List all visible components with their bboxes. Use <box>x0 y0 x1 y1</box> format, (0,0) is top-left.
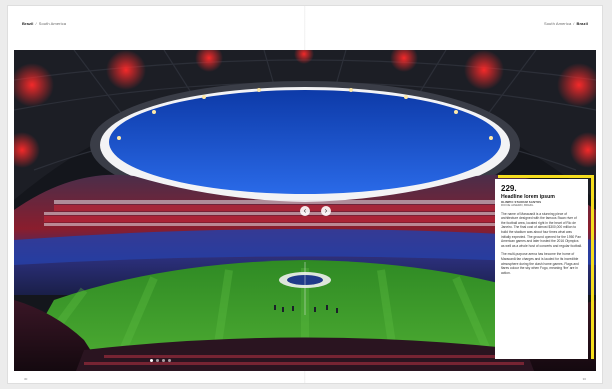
header-left-title: Brazil <box>22 21 34 26</box>
entry-location: RIO DE JANEIRO, BRAZIL <box>501 204 534 208</box>
entry-title: Headline lorem ipsum <box>501 194 555 200</box>
chevron-right-icon: › <box>324 206 328 215</box>
entry-number: 229. <box>501 184 517 193</box>
header-right-subtitle: South America <box>543 21 572 26</box>
slide-dot[interactable] <box>162 359 165 362</box>
entry-paragraph-1: The name of Maracanã is a stunning piece… <box>501 211 583 248</box>
header-right-title: Brazil <box>576 21 588 26</box>
slide-indicator <box>150 359 171 362</box>
running-header-left: Brazil / South America <box>22 21 66 26</box>
page-number-left: 30 <box>24 377 28 381</box>
slide-dot[interactable] <box>150 359 153 362</box>
slide-dot[interactable] <box>168 359 171 362</box>
prev-slide-button[interactable]: ‹ <box>300 206 310 216</box>
info-box: 229. Headline lorem ipsum OLIMPIC STADIU… <box>495 175 594 359</box>
chevron-left-icon: ‹ <box>303 206 307 215</box>
magazine-spread: Brazil / South America South America / Brazi… <box>8 6 602 383</box>
next-slide-button[interactable]: › <box>321 206 331 216</box>
page-number-right: 30 <box>582 377 586 381</box>
header-left-subtitle: South America <box>38 21 67 26</box>
slide-dot[interactable] <box>156 359 159 362</box>
header-right-separator: / <box>573 21 575 26</box>
running-header-right: South America / Brazil <box>544 21 588 26</box>
header-left-separator: / <box>35 21 37 26</box>
entry-paragraph-2: The multi-purpose arena has become the h… <box>501 252 579 275</box>
info-card: 229. Headline lorem ipsum OLIMPIC STADIU… <box>495 179 588 359</box>
